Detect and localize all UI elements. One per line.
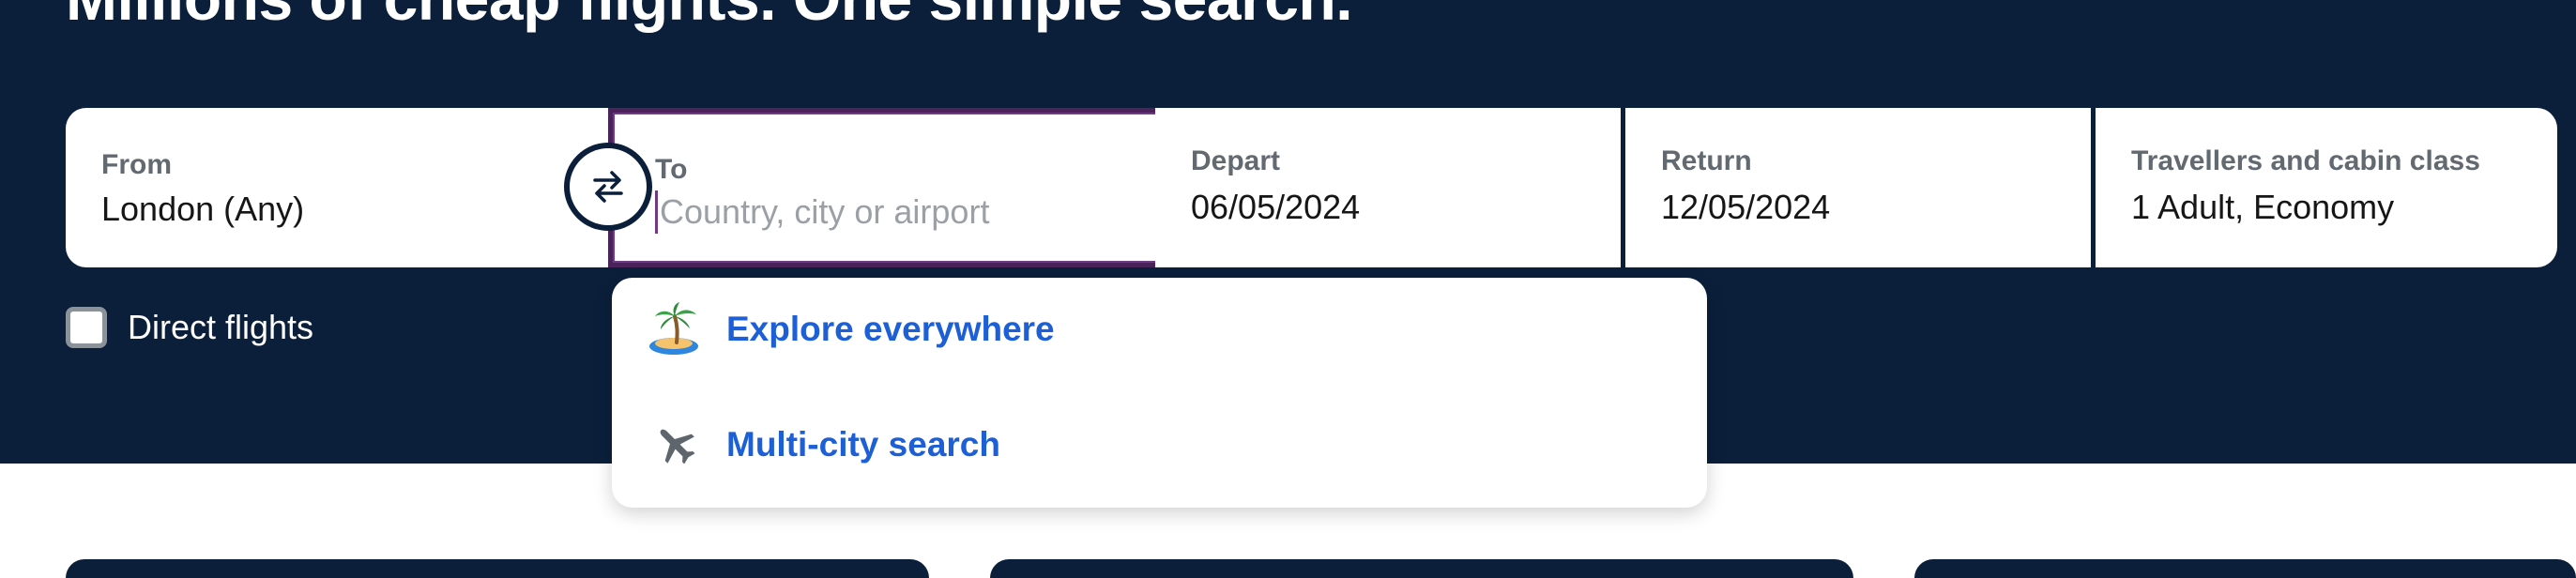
direct-flights-option[interactable]: Direct flights [66,307,313,348]
travellers-field[interactable]: Travellers and cabin class 1 Adult, Econ… [2096,108,2557,267]
to-field[interactable]: To [608,108,1216,267]
to-input[interactable] [655,190,1185,234]
content-card [66,559,929,578]
depart-field[interactable]: Depart 06/05/2024 [1155,108,1621,267]
explore-everywhere-label: Explore everywhere [726,310,1055,348]
flight-search-bar: From London (Any) To Depart 06/05/2024 R… [66,108,2557,267]
destination-dropdown: Explore everywhere Multi-city search [612,278,1707,508]
island-icon [646,299,706,359]
depart-label: Depart [1191,145,1281,176]
from-field[interactable]: From London (Any) [66,108,608,267]
direct-flights-checkbox[interactable] [66,307,107,348]
dropdown-item-explore-everywhere[interactable]: Explore everywhere [646,297,1055,362]
content-card [1914,559,2576,578]
multi-city-search-label: Multi-city search [726,425,1000,464]
to-label: To [655,154,688,185]
swap-arrows-icon [593,171,623,203]
from-label: From [101,149,172,180]
content-card [990,559,1853,578]
direct-flights-label: Direct flights [128,308,314,346]
dropdown-item-multi-city[interactable]: Multi-city search [646,412,1000,478]
return-label: Return [1661,145,1752,176]
travellers-value: 1 Adult, Economy [2131,188,2395,226]
return-value: 12/05/2024 [1661,188,1831,226]
depart-value: 06/05/2024 [1191,188,1361,226]
return-field[interactable]: Return 12/05/2024 [1625,108,2091,267]
plane-icon [646,415,706,475]
travellers-label: Travellers and cabin class [2131,145,2480,176]
page-headline: Millions of cheap flights. One simple se… [66,0,1353,34]
from-value: London (Any) [101,190,305,228]
swap-button[interactable] [564,143,652,231]
